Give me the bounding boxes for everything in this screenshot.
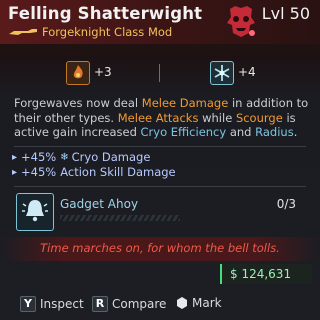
class-row-divider: [159, 64, 160, 82]
stat-value: +45%: [21, 165, 57, 179]
bullet-icon: ▸: [12, 167, 18, 178]
melee-attacks-keyword: Melee Attacks: [117, 110, 199, 125]
stat-value: +45%: [21, 150, 57, 164]
right-skill-bonus: +4: [238, 65, 256, 79]
compare-label: Compare: [112, 297, 167, 311]
price-value: $ 124,631: [230, 267, 292, 281]
y-key-icon: Y: [20, 296, 36, 312]
left-skill-bonus: +3: [94, 65, 112, 79]
stat-line-action-skill-damage: ▸ +45% Action Skill Damage: [12, 165, 176, 180]
inspect-label: Inspect: [40, 297, 84, 311]
item-level: Lvl 50: [261, 4, 310, 23]
mark-label: Mark: [192, 296, 222, 310]
weapon-silhouette-icon: [9, 29, 37, 35]
stat-list: ▸ +45% ❄ Cryo Damage ▸ +45% Action Skill…: [12, 150, 176, 180]
bell-gadget-icon[interactable]: [16, 193, 54, 231]
flavor-text: Time marches on, for whom the bell tolls…: [40, 241, 280, 255]
item-title: Felling Shatterwight: [8, 4, 203, 23]
cryo-skill-icon: [210, 61, 234, 85]
r-key-icon: R: [92, 296, 108, 312]
item-class-type: Forgeknight Class Mod: [42, 25, 173, 39]
item-header: Felling Shatterwight Forgeknight Class M…: [0, 0, 320, 44]
radius-keyword: Radius: [255, 125, 294, 139]
stat-line-cryo-damage: ▸ +45% ❄ Cryo Damage: [12, 150, 176, 165]
skull-emblem-icon: [227, 6, 255, 37]
divider: [14, 146, 306, 147]
mark-button[interactable]: Mark: [176, 296, 222, 310]
bullet-icon: ▸: [12, 152, 18, 163]
gadget-skill-progress-bar: [60, 215, 180, 221]
description-text: Forgewaves now deal: [14, 96, 142, 110]
class-skill-row: +3 +4: [0, 56, 320, 90]
cryo-efficiency-keyword: Cryo Efficiency: [140, 125, 227, 139]
divider: [14, 186, 306, 187]
fire-skill-icon: [66, 61, 90, 85]
button-prompts: Y Inspect R Compare Mark: [0, 296, 320, 314]
description-text: while: [198, 110, 236, 125]
price-tag: $ 124,631: [220, 264, 312, 284]
scourge-keyword: Scourge: [235, 110, 283, 125]
stat-label: Action Skill Damage: [60, 165, 176, 179]
item-card: Felling Shatterwight Forgeknight Class M…: [0, 0, 320, 320]
item-description: Forgewaves now deal Melee Damage in addi…: [14, 96, 310, 140]
description-text: .: [293, 125, 298, 139]
item-subtitle-row: Forgeknight Class Mod: [8, 25, 172, 39]
description-text: and: [226, 125, 256, 139]
compare-button[interactable]: R Compare: [92, 296, 166, 312]
inspect-button[interactable]: Y Inspect: [20, 296, 84, 312]
gadget-skill-name: Gadget Ahoy: [60, 197, 139, 211]
melee-damage-keyword: Melee Damage: [141, 96, 229, 110]
stat-label: Cryo Damage: [71, 150, 151, 164]
mark-icon: [176, 296, 188, 310]
gadget-skill-count: 0/3: [276, 197, 296, 211]
cryo-mini-icon: ❄: [60, 152, 69, 163]
